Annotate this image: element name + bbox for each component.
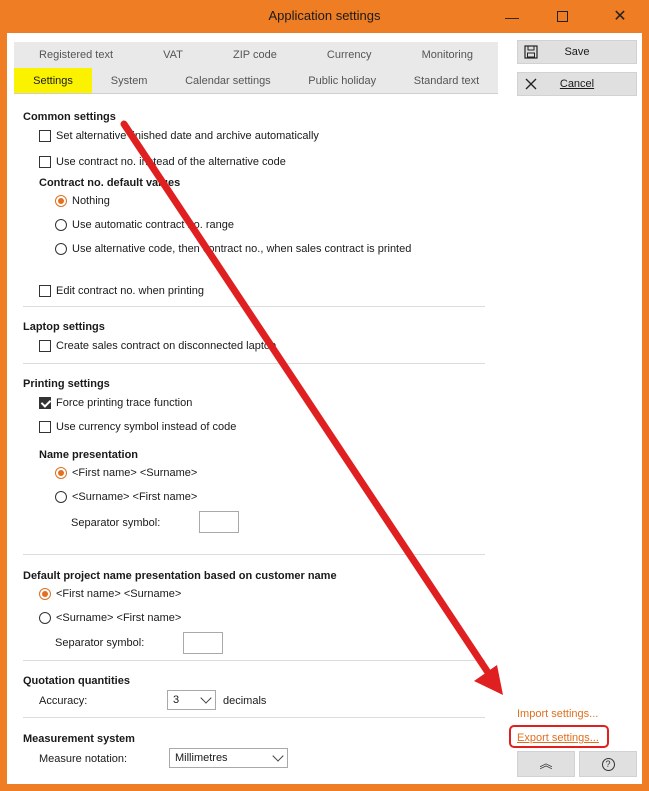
- edit-when-printing-label: Edit contract no. when printing: [56, 285, 204, 297]
- project-sur-first-row[interactable]: <Surname> <First name>: [39, 612, 181, 624]
- force-trace-checkbox[interactable]: [39, 397, 51, 409]
- laptop-settings-heading: Laptop settings: [23, 321, 105, 333]
- opt-nothing-radio[interactable]: [55, 195, 67, 207]
- help-icon: ?: [601, 758, 615, 772]
- export-settings-link[interactable]: Export settings...: [517, 732, 599, 744]
- double-chevron-up-icon[interactable]: ︽: [517, 751, 575, 777]
- create-disconnected-checkbox[interactable]: [39, 340, 51, 352]
- opt-alt-code-label: Use alternative code, then contract no.,…: [72, 243, 412, 255]
- project-first-sur-radio[interactable]: [39, 588, 51, 600]
- measure-notation-label: Measure notation:: [39, 753, 128, 765]
- divider: [23, 554, 485, 555]
- minimize-icon[interactable]: —: [498, 6, 526, 28]
- contract-defaults-heading: Contract no. default values: [39, 177, 181, 189]
- chevron-down-icon: [200, 692, 212, 704]
- cancel-button-label: Cancel: [559, 78, 595, 90]
- project-sur-first-label: <Surname> <First name>: [56, 612, 182, 624]
- print-first-sur-label: <First name> <Surname>: [72, 467, 198, 479]
- print-separator-input[interactable]: [199, 511, 239, 533]
- import-settings-link[interactable]: Import settings...: [517, 708, 598, 720]
- measure-notation-select[interactable]: Millimetres: [169, 748, 288, 768]
- tab-zip-code[interactable]: ZIP code: [208, 42, 302, 68]
- measure-notation-value: Millimetres: [175, 752, 228, 764]
- project-first-sur-label: <First name> <Surname>: [56, 588, 182, 600]
- alt-finished-checkbox[interactable]: [39, 130, 51, 142]
- print-sur-first-row[interactable]: <Surname> <First name>: [55, 491, 197, 503]
- opt-alt-code-radio[interactable]: [55, 243, 67, 255]
- tab-currency[interactable]: Currency: [302, 42, 397, 68]
- accuracy-value: 3: [173, 694, 180, 706]
- divider: [23, 363, 485, 364]
- decimals-label: decimals: [223, 695, 267, 707]
- project-separator-label: Separator symbol:: [55, 637, 145, 649]
- create-disconnected-row[interactable]: Create sales contract on disconnected la…: [39, 340, 276, 352]
- save-button-label: Save: [564, 46, 590, 58]
- opt-nothing-row[interactable]: Nothing: [55, 195, 110, 207]
- title-bar: Application settings — ✕: [0, 0, 649, 33]
- tab-row-bottom: Settings System Calendar settings Public…: [14, 68, 498, 94]
- project-first-sur-row[interactable]: <First name> <Surname>: [39, 588, 181, 600]
- currency-symbol-checkbox[interactable]: [39, 421, 51, 433]
- tab-monitoring[interactable]: Monitoring: [397, 42, 498, 68]
- measurement-heading: Measurement system: [23, 733, 135, 745]
- use-contract-no-checkbox[interactable]: [39, 156, 51, 168]
- divider: [23, 717, 485, 718]
- force-trace-row[interactable]: Force printing trace function: [39, 397, 192, 409]
- help-button[interactable]: ?: [579, 751, 637, 777]
- divider: [23, 660, 485, 661]
- opt-alt-code-row[interactable]: Use alternative code, then contract no.,…: [55, 243, 411, 255]
- use-contract-no-label: Use contract no. instead of the alternat…: [56, 156, 286, 168]
- tab-registered-text[interactable]: Registered text: [14, 42, 138, 68]
- tab-vat[interactable]: VAT: [138, 42, 208, 68]
- quotation-heading: Quotation quantities: [23, 675, 130, 687]
- print-first-sur-row[interactable]: <First name> <Surname>: [55, 467, 197, 479]
- opt-auto-range-label: Use automatic contract no. range: [72, 219, 235, 231]
- use-contract-no-checkbox-row[interactable]: Use contract no. instead of the alternat…: [39, 156, 286, 168]
- settings-panel: Registered text VAT ZIP code Currency Mo…: [7, 33, 642, 784]
- tab-row-top: Registered text VAT ZIP code Currency Mo…: [14, 42, 498, 68]
- name-presentation-heading: Name presentation: [39, 449, 139, 461]
- tab-settings[interactable]: Settings: [14, 68, 92, 93]
- cancel-button[interactable]: Cancel: [517, 72, 637, 96]
- accuracy-select[interactable]: 3: [167, 690, 216, 710]
- opt-auto-range-row[interactable]: Use automatic contract no. range: [55, 219, 234, 231]
- alt-finished-checkbox-row[interactable]: Set alternative finished date and archiv…: [39, 130, 319, 142]
- currency-symbol-label: Use currency symbol instead of code: [56, 421, 237, 433]
- opt-nothing-label: Nothing: [72, 195, 110, 207]
- accuracy-label: Accuracy:: [39, 695, 88, 707]
- create-disconnected-label: Create sales contract on disconnected la…: [56, 340, 277, 352]
- chevron-down-icon: [272, 750, 284, 762]
- edit-when-printing-row[interactable]: Edit contract no. when printing: [39, 285, 204, 297]
- project-name-heading: Default project name presentation based …: [23, 570, 337, 582]
- printing-settings-heading: Printing settings: [23, 378, 110, 390]
- tab-public-holiday[interactable]: Public holiday: [289, 68, 394, 93]
- print-sur-first-label: <Surname> <First name>: [72, 491, 198, 503]
- print-first-sur-radio[interactable]: [55, 467, 67, 479]
- save-button[interactable]: Save: [517, 40, 637, 64]
- currency-symbol-row[interactable]: Use currency symbol instead of code: [39, 421, 236, 433]
- divider: [23, 306, 485, 307]
- alt-finished-label: Set alternative finished date and archiv…: [56, 130, 319, 142]
- print-separator-label: Separator symbol:: [71, 517, 161, 529]
- edit-when-printing-checkbox[interactable]: [39, 285, 51, 297]
- maximize-icon[interactable]: [548, 6, 576, 28]
- application-settings-window: Application settings — ✕ Registered text…: [0, 0, 649, 791]
- print-sur-first-radio[interactable]: [55, 491, 67, 503]
- tab-calendar-settings[interactable]: Calendar settings: [166, 68, 289, 93]
- project-sur-first-radio[interactable]: [39, 612, 51, 624]
- opt-auto-range-radio[interactable]: [55, 219, 67, 231]
- tab-standard-text[interactable]: Standard text: [395, 68, 498, 93]
- close-icon[interactable]: ✕: [606, 6, 634, 28]
- common-settings-heading: Common settings: [23, 111, 116, 123]
- project-separator-input[interactable]: [183, 632, 223, 654]
- force-trace-label: Force printing trace function: [56, 397, 193, 409]
- tab-system[interactable]: System: [92, 68, 166, 93]
